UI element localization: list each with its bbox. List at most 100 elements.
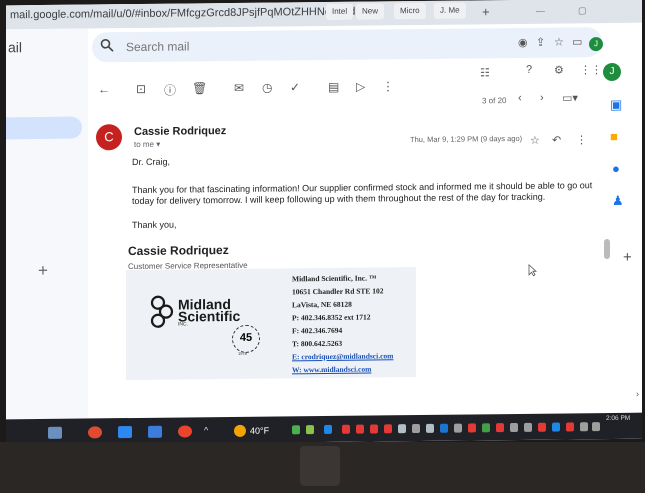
new-tab-button[interactable]: +	[482, 4, 490, 19]
search-input[interactable]	[126, 35, 326, 57]
tray-icon-20[interactable]	[566, 422, 574, 432]
tray-icon-5[interactable]	[356, 424, 364, 434]
message-date: Thu, Mar 9, 1:29 PM (9 days ago)	[410, 133, 523, 145]
anniversary-badge: 45	[232, 324, 260, 353]
back-arrow-icon[interactable]: ←	[98, 82, 110, 96]
snooze-icon[interactable]: ◷	[262, 81, 272, 95]
tray-icon-14[interactable]	[482, 423, 490, 433]
archive-icon[interactable]: ⊡	[136, 82, 146, 96]
tray-icon-19[interactable]	[552, 422, 560, 432]
greeting: Dr. Craig,	[132, 156, 171, 168]
outlook-icon[interactable]	[148, 425, 162, 438]
report-spam-icon[interactable]: ⓘ	[164, 82, 176, 99]
reply-icon[interactable]: ↶	[552, 134, 561, 147]
account-avatar[interactable]: J	[603, 62, 621, 82]
tab-jme[interactable]: J. Me	[434, 2, 466, 19]
windows-taskbar: ^ 40°F 2:06 PM	[6, 412, 642, 446]
nav-item-inbox[interactable]	[6, 116, 82, 140]
gmail-logo-text: ail	[8, 39, 23, 56]
newer-chevron-icon[interactable]: ‹	[518, 92, 522, 104]
tray-icon-16[interactable]	[510, 422, 518, 433]
task-view-icon[interactable]	[48, 426, 62, 439]
calendar-icon[interactable]: ▣	[610, 97, 622, 113]
tray-icon-11[interactable]	[440, 423, 448, 433]
older-chevron-icon[interactable]: ›	[540, 92, 544, 104]
pager-count: 3 of 20	[482, 96, 507, 106]
tray-icon-13[interactable]	[468, 423, 476, 433]
tray-icon-9[interactable]	[412, 423, 420, 434]
weather-temperature[interactable]: 40°F	[250, 426, 269, 436]
help-icon[interactable]: ?	[526, 64, 532, 76]
tray-icon-12[interactable]	[454, 423, 462, 433]
company-name: Midland Scientific, Inc. ™	[292, 273, 377, 284]
maximize-icon[interactable]: ▢	[578, 5, 587, 16]
label-icon[interactable]: ▷	[356, 80, 365, 94]
tasks-icon[interactable]: ●	[612, 161, 620, 176]
sidebar-icon[interactable]: ▭	[572, 35, 582, 48]
more-options-icon[interactable]: ⋮	[382, 79, 394, 93]
apps-grid-icon[interactable]: ⋮⋮	[580, 63, 602, 76]
new-label-plus-icon[interactable]: +	[38, 261, 48, 281]
tray-icon-4[interactable]	[342, 424, 350, 434]
input-tools-icon[interactable]: ▭▾	[562, 91, 578, 104]
tray-icon-8[interactable]	[398, 424, 406, 434]
mark-unread-icon[interactable]: ✉	[234, 81, 244, 95]
message-paragraph: Thank you for that fascinating informati…	[132, 180, 593, 207]
tray-icon-2[interactable]	[306, 425, 314, 435]
minimize-icon[interactable]: —	[536, 6, 545, 16]
tab-new[interactable]: New	[356, 3, 385, 20]
volume-icon[interactable]	[592, 422, 600, 432]
sender-name[interactable]: Cassie Rodriquez	[134, 125, 226, 138]
side-panel-toggle-icon[interactable]: ›	[636, 389, 639, 399]
message-more-icon[interactable]: ⋮	[576, 133, 587, 146]
url-text[interactable]: mail.google.com/mail/u/0/#inbox/FMfcgzGr…	[10, 6, 363, 22]
contacts-icon[interactable]: ♟	[612, 193, 624, 209]
mouse-cursor-icon	[528, 263, 537, 277]
tray-expand-icon[interactable]: ^	[204, 425, 218, 437]
delete-icon[interactable]: 🗑	[192, 81, 207, 95]
filter-options-icon[interactable]: ☷	[480, 66, 490, 79]
closing: Thank you,	[132, 219, 177, 231]
add-task-icon[interactable]: ✓	[290, 80, 300, 94]
tray-icon-18[interactable]	[538, 422, 546, 432]
tray-icon-15[interactable]	[496, 423, 504, 433]
email-link[interactable]: E: crodriquez@midlandsci.com	[292, 351, 393, 361]
lens-icon[interactable]: ◉	[518, 36, 528, 49]
share-icon[interactable]: ⇪	[536, 36, 545, 49]
keep-icon[interactable]: ■	[610, 129, 618, 144]
scrollbar-thumb[interactable]	[604, 239, 610, 260]
tab-intel[interactable]: Intel	[326, 3, 354, 20]
bookmark-star-icon[interactable]: ☆	[554, 35, 564, 48]
tab-micro[interactable]: Micro	[394, 2, 426, 20]
get-addons-plus-icon[interactable]: +	[623, 249, 632, 266]
tray-icon-10[interactable]	[426, 423, 434, 433]
address-line-1: 10651 Chandler Rd STE 102	[292, 286, 384, 297]
logo-inc: INC.	[178, 321, 188, 328]
wifi-icon[interactable]	[580, 422, 588, 432]
star-icon[interactable]: ☆	[530, 134, 540, 147]
tray-icon-6[interactable]	[370, 424, 378, 434]
move-to-icon[interactable]: ▤	[328, 80, 339, 94]
search-icon[interactable]	[100, 38, 114, 57]
tray-icon-7[interactable]	[384, 424, 392, 434]
browser-icon[interactable]	[178, 425, 192, 438]
tray-icon-1[interactable]	[292, 425, 300, 435]
address-line-2: LaVista, NE 68128	[292, 299, 352, 310]
system-tray	[6, 413, 642, 435]
onedrive-icon[interactable]	[118, 426, 132, 439]
toll-free: T: 800.642.5263	[292, 338, 343, 349]
settings-icon[interactable]: ⚙	[554, 63, 564, 76]
website-link[interactable]: W: www.midlandsci.com	[292, 365, 371, 375]
gmail-left-nav: ail +	[6, 28, 88, 420]
tray-icon-3[interactable]	[324, 424, 332, 434]
logo-rings-icon	[150, 295, 174, 328]
browser-address-strip: mail.google.com/mail/u/0/#inbox/FMfcgzGr…	[6, 0, 642, 30]
fax: F: 402.346.7694	[292, 325, 343, 336]
chrome-icon[interactable]	[88, 426, 102, 439]
recipient-details[interactable]: to me ▾	[134, 140, 160, 149]
tray-icon-17[interactable]	[524, 422, 532, 432]
sender-avatar[interactable]: C	[96, 124, 122, 151]
weather-sun-icon	[234, 424, 246, 437]
browser-profile-avatar[interactable]: J	[589, 37, 603, 52]
taskbar-clock[interactable]: 2:06 PM	[606, 415, 630, 422]
